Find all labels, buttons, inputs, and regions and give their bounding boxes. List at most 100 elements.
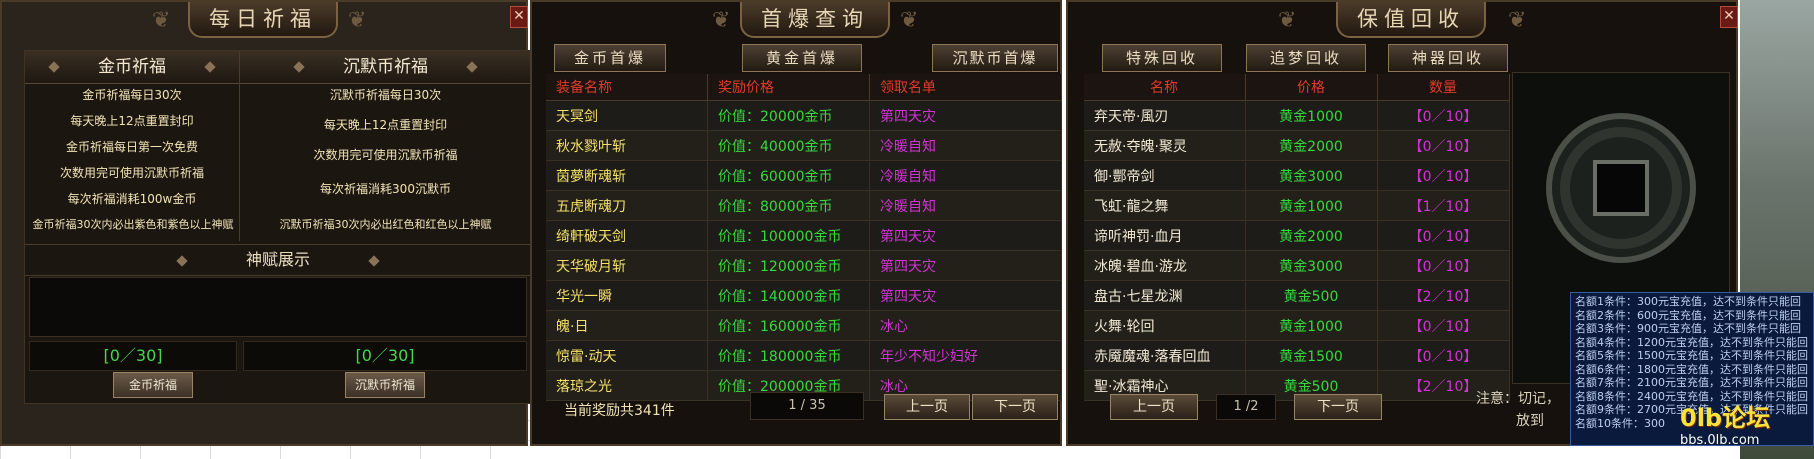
table-row: 盘古·七星龙渊 黄金500 【2／10】 bbox=[1084, 280, 1510, 311]
talent-display-header: 神赋展示 bbox=[25, 244, 531, 276]
gold-blessing-header: 金币祈福 bbox=[25, 51, 239, 84]
recycle-quantity: 【0／10】 bbox=[1377, 220, 1510, 251]
item-name: 五虎断魂刀 bbox=[546, 190, 708, 221]
item-name: 谛听神罚·血月 bbox=[1084, 220, 1246, 251]
silent-blessing-count: [0／30] bbox=[243, 341, 527, 371]
rule-line: 名额2条件：600元宝充值，达不到条件只能回 bbox=[1575, 308, 1801, 322]
page-indicator: 1 / 35 bbox=[750, 392, 864, 420]
table-row: 火舞·轮回 黄金1000 【0／10】 bbox=[1084, 310, 1510, 341]
recycle-quantity: 【0／10】 bbox=[1377, 340, 1510, 371]
recycle-price: 黄金1000 bbox=[1245, 190, 1378, 221]
total-rewards-label: 当前奖励共341件 bbox=[564, 403, 675, 419]
gold-rule: 每天晚上12点重置封印 bbox=[70, 114, 194, 128]
table-row: 秋水戮叶斩 价值：40000金币 冷暖自知 bbox=[546, 130, 1062, 161]
claimer-name: 冰心 bbox=[869, 310, 1062, 341]
item-name: 无赦·夺魄·聚灵 bbox=[1084, 130, 1246, 161]
table-row: 魄·日 价值：160000金币 冰心 bbox=[546, 310, 1062, 341]
silent-rule: 沉默币祈福每日30次 bbox=[329, 88, 442, 102]
table-row: 惊雷·动天 价值：180000金币 年少不知少妇好 bbox=[546, 340, 1062, 371]
dragon-ornament-icon: ❦ bbox=[1508, 8, 1527, 33]
tab-silent-coin-first-drop[interactable]: 沉默币首爆 bbox=[932, 44, 1058, 72]
table-row: 赤魇魔魂·落春回血 黄金1500 【0／10】 bbox=[1084, 340, 1510, 371]
table-row: 五虎断魂刀 价值：80000金币 冷暖自知 bbox=[546, 190, 1062, 221]
rule-line: 名额6条件：1800元宝充值，达不到条件只能回 bbox=[1575, 362, 1808, 376]
first-drop-panel: ❦ 首爆查询 ❦ 金币首爆 黄金首爆 沉默币首爆 装备名称 奖励价格 领取名单 … bbox=[530, 0, 1062, 446]
recycle-price: 黄金1000 bbox=[1245, 100, 1378, 131]
table-row: 弃天帝·風刃 黄金1000 【0／10】 bbox=[1084, 100, 1510, 131]
recycle-price: 黄金2000 bbox=[1245, 220, 1378, 251]
item-name: 火舞·轮回 bbox=[1084, 310, 1246, 341]
item-name: 华光一瞬 bbox=[546, 280, 708, 311]
silent-blessing-header: 沉默币祈福 bbox=[240, 51, 531, 84]
silent-rule: 每天晚上12点重置封印 bbox=[323, 118, 448, 132]
silent-rule: 次数用完可使用沉默币祈福 bbox=[313, 148, 458, 162]
reward-price: 价值：80000金币 bbox=[707, 190, 870, 221]
tab-artifact-recycle[interactable]: 神器回收 bbox=[1388, 44, 1508, 72]
recycle-price: 黄金3000 bbox=[1245, 250, 1378, 281]
claimer-name: 冷暖自知 bbox=[869, 130, 1062, 161]
table-row: 冰魄·碧血·游龙 黄金3000 【0／10】 bbox=[1084, 250, 1510, 281]
item-name: 冰魄·碧血·游龙 bbox=[1084, 250, 1246, 281]
site-watermark-logo: 0lb论坛 bbs.0lb.com bbox=[1680, 398, 1814, 459]
item-name: 秋水戮叶斩 bbox=[546, 130, 708, 161]
next-page-button[interactable]: 下一页 bbox=[972, 394, 1058, 420]
tab-yellow-gold-first-drop[interactable]: 黄金首爆 bbox=[742, 44, 862, 72]
column-header: 名称 bbox=[1084, 74, 1246, 101]
item-slot-icon bbox=[1546, 113, 1696, 263]
table-header-row: 装备名称 奖励价格 领取名单 bbox=[546, 74, 1062, 101]
claimer-name: 冷暖自知 bbox=[869, 160, 1062, 191]
tab-dream-recycle[interactable]: 追梦回收 bbox=[1246, 44, 1366, 72]
recycle-price: 黄金1500 bbox=[1245, 340, 1378, 371]
rule-line: 名额4条件：1200元宝充值，达不到条件只能回 bbox=[1575, 335, 1808, 349]
panel-title: 每日祈福 bbox=[188, 2, 338, 38]
gold-rule: 金币祈福30次内必出紫色和紫色以上神赋 bbox=[32, 218, 234, 231]
recycle-price: 黄金500 bbox=[1245, 280, 1378, 311]
recycle-quantity: 【1／10】 bbox=[1377, 190, 1510, 221]
silent-rule: 沉默币祈福30次内必出红色和红色以上神赋 bbox=[279, 218, 492, 231]
claimer-name: 第四天灾 bbox=[869, 250, 1062, 281]
item-name: 赤魇魔魂·落春回血 bbox=[1084, 340, 1246, 371]
table-row: 茵夢断魂斩 价值：60000金币 冷暖自知 bbox=[546, 160, 1062, 191]
reward-price: 价值：60000金币 bbox=[707, 160, 870, 191]
recycle-table: 名称 价格 数量 弃天帝·風刃 黄金1000 【0／10】 无赦·夺魄·聚灵 黄金20… bbox=[1084, 74, 1510, 401]
column-header: 装备名称 bbox=[546, 74, 708, 101]
silent-blessing-button[interactable]: 沉默币祈福 bbox=[345, 372, 425, 398]
first-drop-table: 装备名称 奖励价格 领取名单 天冥剑 价值：20000金币 第四天灾 秋水戮叶斩 价值… bbox=[546, 74, 1062, 401]
talent-display-area bbox=[29, 277, 527, 337]
gold-rule: 次数用完可使用沉默币祈福 bbox=[59, 166, 204, 180]
table-row: 飞虹·龍之舞 黄金1000 【1／10】 bbox=[1084, 190, 1510, 221]
recycle-price: 黄金3000 bbox=[1245, 160, 1378, 191]
next-page-button[interactable]: 下一页 bbox=[1294, 394, 1382, 420]
gold-rule: 金币祈福每日第一次免费 bbox=[65, 140, 198, 154]
note-label: 注意：切记， bbox=[1476, 391, 1560, 407]
panel-title: 保值回收 bbox=[1336, 2, 1486, 38]
note-label-2: 放到 bbox=[1516, 413, 1544, 429]
reward-price: 价值：20000金币 bbox=[707, 100, 870, 131]
tab-special-recycle[interactable]: 特殊回收 bbox=[1102, 44, 1222, 72]
claimer-name: 第四天灾 bbox=[869, 280, 1062, 311]
rule-line: 名额5条件：1500元宝充值，达不到条件只能回 bbox=[1575, 349, 1808, 362]
item-name: 弃天帝·風刃 bbox=[1084, 100, 1246, 131]
recycle-quantity: 【0／10】 bbox=[1377, 130, 1510, 161]
dragon-ornament-icon: ❦ bbox=[712, 8, 731, 33]
item-name: 绮軒破天剑 bbox=[546, 220, 708, 251]
prev-page-button[interactable]: 上一页 bbox=[884, 394, 970, 420]
item-name: 天华破月斩 bbox=[546, 250, 708, 281]
gold-blessing-button[interactable]: 金币祈福 bbox=[113, 372, 193, 398]
close-icon[interactable]: ✕ bbox=[1720, 6, 1738, 28]
tab-gold-first-drop[interactable]: 金币首爆 bbox=[554, 44, 666, 72]
close-icon[interactable]: ✕ bbox=[510, 6, 528, 28]
table-row: 绮軒破天剑 价值：100000金币 第四天灾 bbox=[546, 220, 1062, 251]
dragon-ornament-icon: ❦ bbox=[1278, 8, 1297, 33]
reward-price: 价值：140000金币 bbox=[707, 280, 870, 311]
claimer-name: 第四天灾 bbox=[869, 100, 1062, 131]
table-row: 御·酆帝剑 黄金3000 【0／10】 bbox=[1084, 160, 1510, 191]
item-name: 惊雷·动天 bbox=[546, 340, 708, 371]
recycle-quantity: 【0／10】 bbox=[1377, 100, 1510, 131]
prev-page-button[interactable]: 上一页 bbox=[1110, 394, 1198, 420]
table-row: 无赦·夺魄·聚灵 黄金2000 【0／10】 bbox=[1084, 130, 1510, 161]
recycle-quantity: 【0／10】 bbox=[1377, 310, 1510, 341]
reward-price: 价值：120000金币 bbox=[707, 250, 870, 281]
column-header: 奖励价格 bbox=[707, 74, 870, 101]
rule-line: 名额7条件：2100元宝充值，达不到条件只能回 bbox=[1575, 376, 1808, 389]
